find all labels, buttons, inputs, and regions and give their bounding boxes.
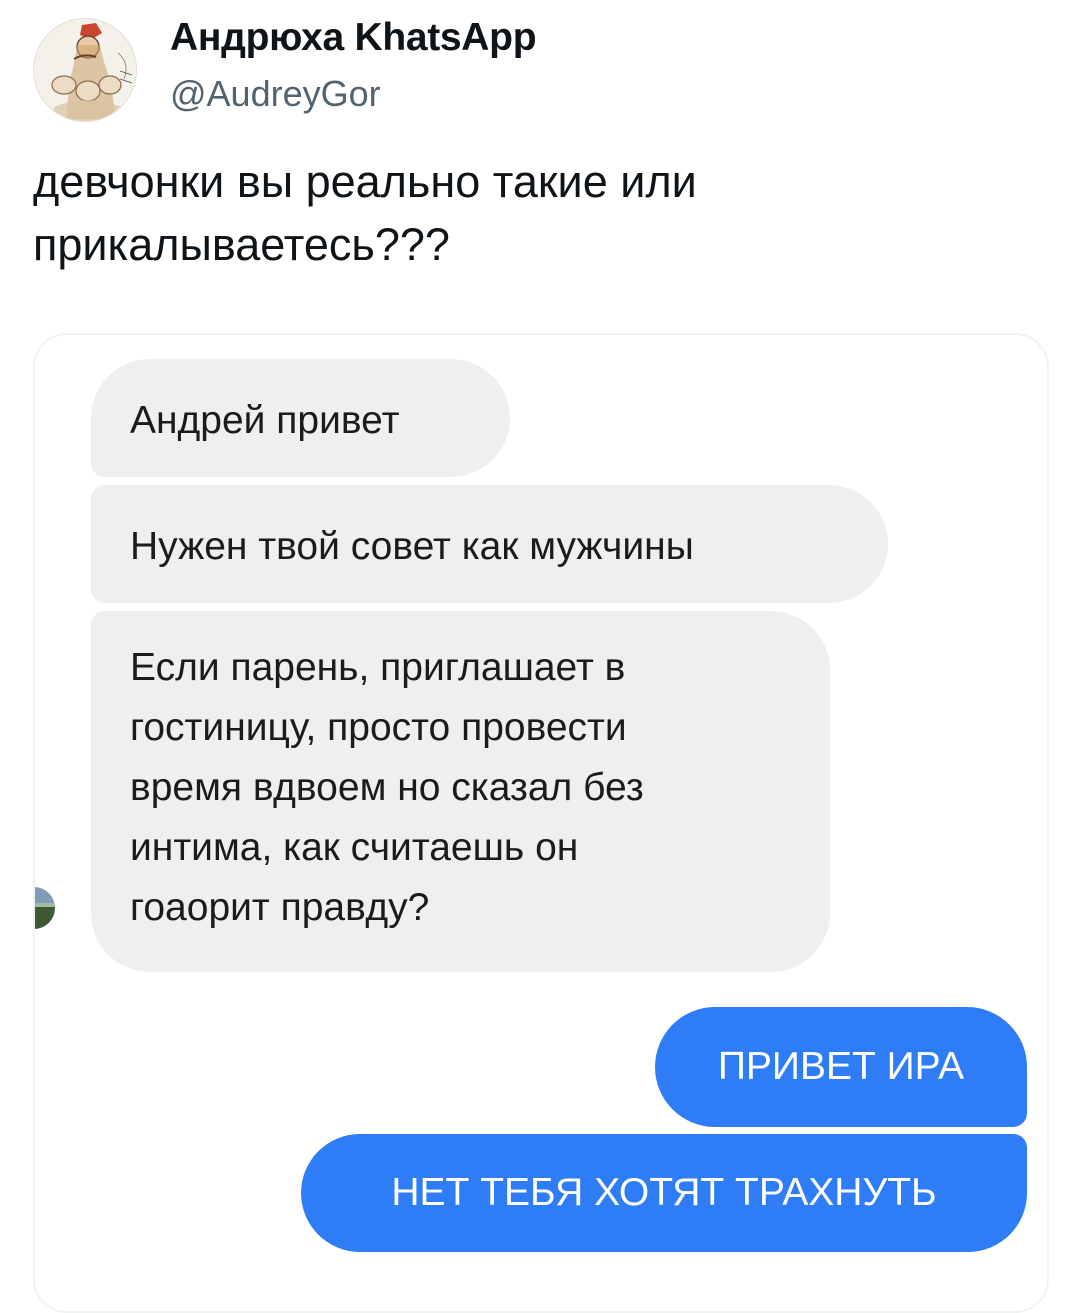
incoming-message-bubble: Если парень, приглашает в гостиницу, про… (91, 611, 830, 972)
message-text-line: интима, как считаешь он (130, 826, 579, 869)
incoming-message-bubble: Нужен твой совет как мужчины (91, 485, 888, 603)
tweet-text-line: прикалываетесь??? (33, 219, 450, 270)
profile-avatar[interactable] (33, 18, 137, 122)
message-text: НЕТ ТЕБЯ ХОТЯТ ТРАХНУТЬ (391, 1171, 937, 1214)
message-text: Нужен твой совет как мужчины (130, 525, 694, 568)
message-text: Андрей привет (130, 399, 400, 442)
message-text-line: Если парень, приглашает в (130, 646, 626, 689)
message-text: ПРИВЕТ ИРА (717, 1045, 965, 1088)
avatar-illustration-icon (34, 19, 136, 121)
outgoing-message-bubble: НЕТ ТЕБЯ ХОТЯТ ТРАХНУТЬ (301, 1134, 1027, 1252)
tweet-text-line: девчонки вы реально такие или (33, 156, 697, 207)
tweet-text: девчонки вы реально такие или прикалывае… (33, 150, 1033, 276)
message-text-line: гоаорит правду? (130, 886, 430, 929)
contact-avatar (35, 887, 55, 929)
tweet-media-image[interactable]: Андрей привет Нужен твой совет как мужчи… (33, 333, 1049, 1313)
incoming-message-bubble: Андрей привет (91, 359, 510, 477)
outgoing-message-bubble: ПРИВЕТ ИРА (655, 1007, 1027, 1127)
contact-photo-icon (35, 887, 55, 929)
user-handle[interactable]: @AudreyGor (170, 73, 381, 115)
display-name[interactable]: Андрюха KhatsApp (170, 16, 537, 60)
message-text-line: время вдвоем но сказал без (130, 766, 644, 809)
message-text-line: гостиницу, просто провести (130, 706, 627, 749)
